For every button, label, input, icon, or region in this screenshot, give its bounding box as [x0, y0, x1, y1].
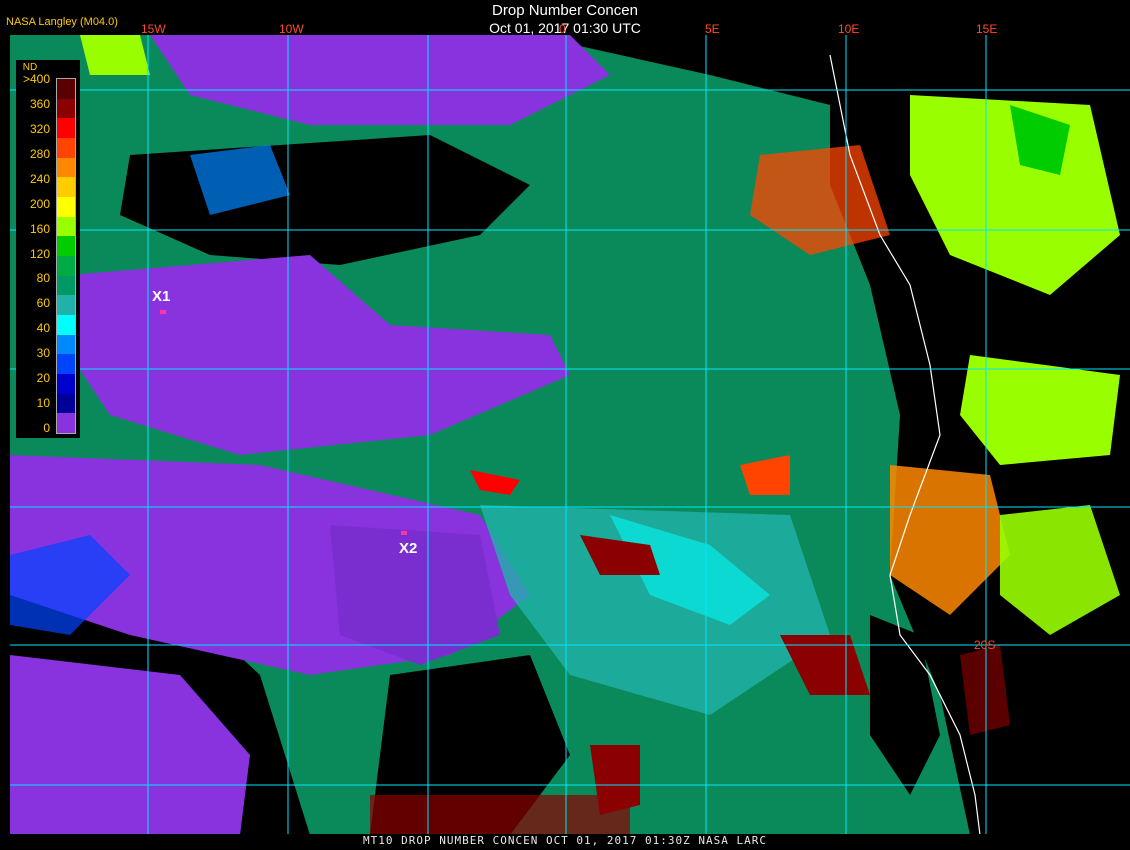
legend-swatch [57, 275, 75, 296]
legend-tick-label: >400 [22, 72, 50, 86]
legend-tick-label: 0 [43, 421, 50, 435]
legend-swatch [57, 295, 75, 316]
legend-color-bar [56, 78, 76, 434]
legend-swatch [57, 256, 75, 277]
lon-label: 15E [976, 22, 998, 36]
legend-tick-label: 30 [36, 346, 50, 361]
clear-region [120, 135, 530, 265]
legend-swatch [57, 374, 75, 395]
legend-swatch [57, 138, 75, 159]
legend-swatch [57, 197, 75, 218]
legend-swatch [57, 354, 75, 375]
legend-tick-label: 160 [29, 221, 50, 236]
legend-tick-label: 40 [36, 321, 50, 336]
marker-x2-dot[interactable] [401, 531, 407, 535]
marker-x2-label: X2 [399, 540, 418, 557]
imagery-layer [10, 35, 1130, 835]
lon-label: 5E [705, 22, 720, 36]
legend-tick-label: 200 [29, 196, 50, 211]
legend-tick-label: 60 [36, 296, 50, 311]
footer-caption: MT10 DROP NUMBER CONCEN OCT 01, 2017 01:… [0, 834, 1130, 850]
legend-tick-label: 20 [36, 371, 50, 386]
legend-swatch [57, 177, 75, 198]
legend-tick-label: 280 [29, 146, 50, 161]
lat-label: 20S [974, 638, 996, 652]
high-nd-region [470, 470, 520, 495]
legend-swatch [57, 157, 75, 178]
lon-label: 0 [559, 22, 566, 36]
lon-label: 10E [838, 22, 860, 36]
high-nd-region [740, 455, 790, 495]
legend-swatch [57, 216, 75, 237]
page-title: Drop Number Concen [492, 2, 638, 19]
marker-x1-dot[interactable] [160, 310, 166, 314]
legend-tick-label: 10 [36, 396, 50, 411]
legend-swatch [57, 236, 75, 257]
lon-label: 15W [141, 22, 166, 36]
legend-swatch [57, 413, 75, 434]
high-nd-region [80, 35, 150, 75]
very-high-nd-region [370, 795, 630, 835]
very-high-nd-region [780, 635, 870, 695]
legend-swatch [57, 98, 75, 119]
legend-tick-label: 320 [29, 121, 50, 136]
lon-label: 10W [279, 22, 304, 36]
legend-tick-label: 240 [29, 171, 50, 186]
low-nd-region [70, 255, 570, 455]
legend-swatch [57, 315, 75, 336]
satellite-map[interactable] [10, 35, 1130, 835]
legend-tick-label: 120 [29, 246, 50, 261]
left-band [0, 35, 10, 835]
legend-swatch [57, 393, 75, 414]
legend-swatch [57, 79, 75, 100]
legend-tick-label: 360 [29, 96, 50, 111]
legend-tick-label: 80 [36, 271, 50, 286]
legend-swatch [57, 118, 75, 139]
low-nd-region [150, 35, 610, 125]
marker-x1-label: X1 [152, 288, 171, 305]
legend-swatch [57, 334, 75, 355]
